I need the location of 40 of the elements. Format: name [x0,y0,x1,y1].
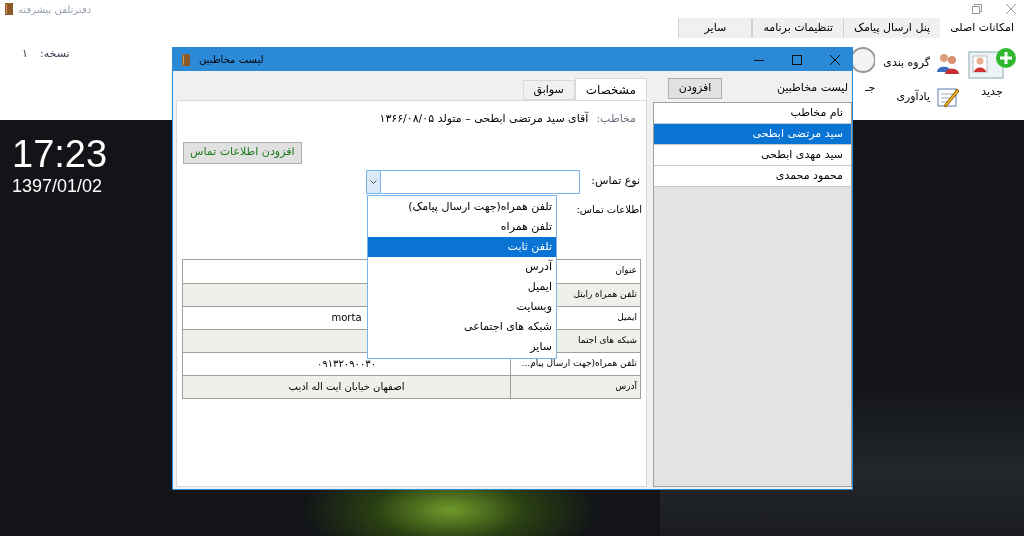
contact-list-item[interactable]: سید مهدی ابطحی [654,145,851,166]
dropdown-option[interactable]: تلفن ثابت [368,237,556,257]
window-title: دفترتلفن پیشرفته [18,2,92,17]
chevron-down-icon [370,179,377,184]
close-icon[interactable] [830,54,840,65]
menu-tab[interactable]: سایر [678,18,753,38]
contact-type-label: نوع تماس: [590,173,641,190]
table-cell: آدرس [510,375,640,398]
clock-date: 1397/01/02 [12,176,104,196]
table-cell-text: morta [331,311,362,325]
version-value: ۱ [22,46,28,62]
table-cell-text: اصفهان خیابان ایت اله ادیب [288,380,405,394]
toolbar-label[interactable]: جدید [981,84,1003,101]
toolbar-label[interactable]: جـ [865,80,876,97]
add-button[interactable]: افزودن [668,77,722,99]
contact-summary: آقای سید مرتضی ابطحی – متولد ۱۳۶۶/۰۸/۰۵ [379,111,589,127]
contact-label: مخاطب: [596,111,636,127]
contact-type-combobox[interactable] [366,169,580,194]
clock-time: 17:23 [12,132,108,176]
version-label: نسخه: [39,46,70,62]
close-icon[interactable] [1006,4,1016,14]
toolbar-label[interactable]: گروه بندی [883,54,930,72]
maximize-icon[interactable] [792,54,802,65]
list-header: نام مخاطب [654,103,851,124]
tab[interactable]: سوابق [522,80,575,100]
menu-tab[interactable]: امکانات اصلی [940,18,1024,38]
toolbar-label[interactable]: یادآوری [896,88,930,106]
add-contact-info-button[interactable]: افزودن اطلاعات تماس [183,141,302,164]
table-cell-text: ۰۹۱۳۲۰۹۰۰۳۰ [316,357,377,371]
people-icon[interactable] [936,52,960,74]
contacts-list-title: لیست مخاطبین [777,79,849,96]
notepad-pencil-icon[interactable] [936,86,960,108]
contact-list-item[interactable]: سید مرتضی ابطحی [654,124,851,145]
new-contact-icon[interactable] [968,46,1016,82]
book-icon [181,53,191,66]
app-book-icon [4,3,14,15]
restore-icon[interactable] [972,4,982,14]
contact-list-item[interactable]: محمود محمدی [654,166,851,187]
contact-info-label: اطلاعات تماس: [576,202,643,217]
dialog-title: لیست مخاطبین [199,53,264,67]
